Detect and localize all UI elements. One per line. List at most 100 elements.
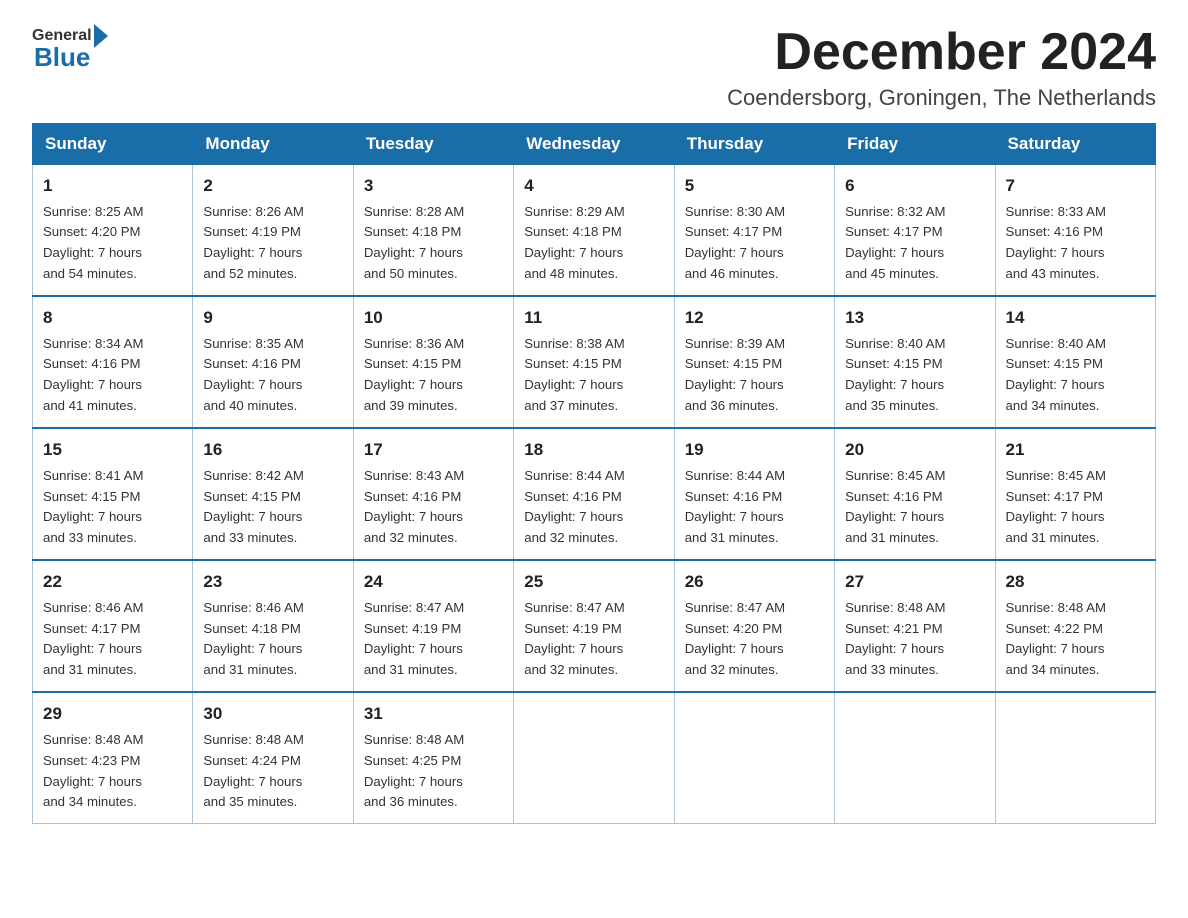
day-info: Sunrise: 8:26 AMSunset: 4:19 PMDaylight:… xyxy=(203,204,303,282)
col-friday: Friday xyxy=(835,124,995,165)
day-info: Sunrise: 8:47 AMSunset: 4:19 PMDaylight:… xyxy=(524,600,624,678)
day-number: 9 xyxy=(203,305,342,331)
day-number: 5 xyxy=(685,173,824,199)
day-number: 10 xyxy=(364,305,503,331)
table-row: 6Sunrise: 8:32 AMSunset: 4:17 PMDaylight… xyxy=(835,165,995,297)
day-number: 15 xyxy=(43,437,182,463)
table-row: 24 Sunrise: 8:47 AMSunset: 4:19 PMDayligh… xyxy=(353,560,513,692)
col-monday: Monday xyxy=(193,124,353,165)
table-row: 27Sunrise: 8:48 AMSunset: 4:21 PMDayligh… xyxy=(835,560,995,692)
day-info: Sunrise: 8:48 AMSunset: 4:21 PMDaylight:… xyxy=(845,600,945,678)
day-number: 3 xyxy=(364,173,503,199)
table-row: 22 Sunrise: 8:46 AMSunset: 4:17 PMDayligh… xyxy=(33,560,193,692)
day-info: Sunrise: 8:45 AMSunset: 4:16 PMDaylight:… xyxy=(845,468,945,546)
day-info: Sunrise: 8:38 AMSunset: 4:15 PMDaylight:… xyxy=(524,336,624,414)
day-info: Sunrise: 8:35 AMSunset: 4:16 PMDaylight:… xyxy=(203,336,303,414)
month-title: December 2024 xyxy=(727,24,1156,81)
calendar-week-row: 8Sunrise: 8:34 AMSunset: 4:16 PMDaylight… xyxy=(33,296,1156,428)
day-number: 26 xyxy=(685,569,824,595)
table-row: 3 Sunrise: 8:28 AMSunset: 4:18 PMDaylight… xyxy=(353,165,513,297)
table-row: 29 Sunrise: 8:48 AMSunset: 4:23 PMDayligh… xyxy=(33,692,193,824)
table-row: 28Sunrise: 8:48 AMSunset: 4:22 PMDayligh… xyxy=(995,560,1155,692)
table-row: 10Sunrise: 8:36 AMSunset: 4:15 PMDayligh… xyxy=(353,296,513,428)
day-number: 6 xyxy=(845,173,984,199)
location-title: Coendersborg, Groningen, The Netherlands xyxy=(727,85,1156,111)
day-info: Sunrise: 8:25 AMSunset: 4:20 PMDaylight:… xyxy=(43,204,143,282)
table-row: 21 Sunrise: 8:45 AMSunset: 4:17 PMDayligh… xyxy=(995,428,1155,560)
day-info: Sunrise: 8:39 AMSunset: 4:15 PMDaylight:… xyxy=(685,336,785,414)
table-row: 23Sunrise: 8:46 AMSunset: 4:18 PMDayligh… xyxy=(193,560,353,692)
table-row: 11 Sunrise: 8:38 AMSunset: 4:15 PMDayligh… xyxy=(514,296,674,428)
day-number: 11 xyxy=(524,305,663,331)
logo: General Blue xyxy=(32,24,108,73)
calendar-header-row: Sunday Monday Tuesday Wednesday Thursday… xyxy=(33,124,1156,165)
table-row: 18 Sunrise: 8:44 AMSunset: 4:16 PMDayligh… xyxy=(514,428,674,560)
day-info: Sunrise: 8:30 AMSunset: 4:17 PMDaylight:… xyxy=(685,204,785,282)
day-info: Sunrise: 8:48 AMSunset: 4:23 PMDaylight:… xyxy=(43,732,143,810)
table-row: 31 Sunrise: 8:48 AMSunset: 4:25 PMDayligh… xyxy=(353,692,513,824)
calendar-week-row: 15 Sunrise: 8:41 AMSunset: 4:15 PMDayligh… xyxy=(33,428,1156,560)
table-row: 8Sunrise: 8:34 AMSunset: 4:16 PMDaylight… xyxy=(33,296,193,428)
table-row: 26 Sunrise: 8:47 AMSunset: 4:20 PMDayligh… xyxy=(674,560,834,692)
col-thursday: Thursday xyxy=(674,124,834,165)
table-row: 12 Sunrise: 8:39 AMSunset: 4:15 PMDayligh… xyxy=(674,296,834,428)
calendar-week-row: 22 Sunrise: 8:46 AMSunset: 4:17 PMDayligh… xyxy=(33,560,1156,692)
day-info: Sunrise: 8:40 AMSunset: 4:15 PMDaylight:… xyxy=(845,336,945,414)
col-sunday: Sunday xyxy=(33,124,193,165)
day-number: 29 xyxy=(43,701,182,727)
day-info: Sunrise: 8:45 AMSunset: 4:17 PMDaylight:… xyxy=(1006,468,1106,546)
table-row: 14 Sunrise: 8:40 AMSunset: 4:15 PMDayligh… xyxy=(995,296,1155,428)
day-number: 31 xyxy=(364,701,503,727)
table-row xyxy=(674,692,834,824)
title-block: December 2024 Coendersborg, Groningen, T… xyxy=(727,24,1156,111)
logo-arrow-icon xyxy=(94,24,108,48)
day-number: 12 xyxy=(685,305,824,331)
table-row: 16Sunrise: 8:42 AMSunset: 4:15 PMDayligh… xyxy=(193,428,353,560)
day-number: 2 xyxy=(203,173,342,199)
table-row: 1 Sunrise: 8:25 AMSunset: 4:20 PMDaylight… xyxy=(33,165,193,297)
day-info: Sunrise: 8:47 AMSunset: 4:20 PMDaylight:… xyxy=(685,600,785,678)
day-number: 1 xyxy=(43,173,182,199)
col-tuesday: Tuesday xyxy=(353,124,513,165)
logo-blue-text: Blue xyxy=(32,42,90,73)
table-row: 2 Sunrise: 8:26 AMSunset: 4:19 PMDaylight… xyxy=(193,165,353,297)
day-number: 18 xyxy=(524,437,663,463)
day-info: Sunrise: 8:28 AMSunset: 4:18 PMDaylight:… xyxy=(364,204,464,282)
table-row: 19Sunrise: 8:44 AMSunset: 4:16 PMDayligh… xyxy=(674,428,834,560)
table-row xyxy=(514,692,674,824)
day-number: 30 xyxy=(203,701,342,727)
calendar-week-row: 1 Sunrise: 8:25 AMSunset: 4:20 PMDaylight… xyxy=(33,165,1156,297)
day-info: Sunrise: 8:44 AMSunset: 4:16 PMDaylight:… xyxy=(524,468,624,546)
day-number: 16 xyxy=(203,437,342,463)
table-row xyxy=(995,692,1155,824)
table-row: 20Sunrise: 8:45 AMSunset: 4:16 PMDayligh… xyxy=(835,428,995,560)
day-info: Sunrise: 8:33 AMSunset: 4:16 PMDaylight:… xyxy=(1006,204,1106,282)
page-header: General Blue December 2024 Coendersborg,… xyxy=(0,0,1188,123)
day-number: 24 xyxy=(364,569,503,595)
table-row: 17Sunrise: 8:43 AMSunset: 4:16 PMDayligh… xyxy=(353,428,513,560)
table-row xyxy=(835,692,995,824)
table-row: 25Sunrise: 8:47 AMSunset: 4:19 PMDayligh… xyxy=(514,560,674,692)
day-info: Sunrise: 8:41 AMSunset: 4:15 PMDaylight:… xyxy=(43,468,143,546)
day-info: Sunrise: 8:48 AMSunset: 4:22 PMDaylight:… xyxy=(1006,600,1106,678)
calendar-week-row: 29 Sunrise: 8:48 AMSunset: 4:23 PMDayligh… xyxy=(33,692,1156,824)
day-number: 7 xyxy=(1006,173,1145,199)
day-number: 21 xyxy=(1006,437,1145,463)
table-row: 4Sunrise: 8:29 AMSunset: 4:18 PMDaylight… xyxy=(514,165,674,297)
calendar-table: Sunday Monday Tuesday Wednesday Thursday… xyxy=(32,123,1156,824)
table-row: 9 Sunrise: 8:35 AMSunset: 4:16 PMDaylight… xyxy=(193,296,353,428)
day-number: 4 xyxy=(524,173,663,199)
day-number: 17 xyxy=(364,437,503,463)
col-wednesday: Wednesday xyxy=(514,124,674,165)
table-row: 30Sunrise: 8:48 AMSunset: 4:24 PMDayligh… xyxy=(193,692,353,824)
day-info: Sunrise: 8:40 AMSunset: 4:15 PMDaylight:… xyxy=(1006,336,1106,414)
day-info: Sunrise: 8:47 AMSunset: 4:19 PMDaylight:… xyxy=(364,600,464,678)
day-number: 14 xyxy=(1006,305,1145,331)
day-info: Sunrise: 8:46 AMSunset: 4:17 PMDaylight:… xyxy=(43,600,143,678)
day-number: 22 xyxy=(43,569,182,595)
table-row: 15 Sunrise: 8:41 AMSunset: 4:15 PMDayligh… xyxy=(33,428,193,560)
day-info: Sunrise: 8:48 AMSunset: 4:25 PMDaylight:… xyxy=(364,732,464,810)
day-info: Sunrise: 8:44 AMSunset: 4:16 PMDaylight:… xyxy=(685,468,785,546)
day-number: 13 xyxy=(845,305,984,331)
col-saturday: Saturday xyxy=(995,124,1155,165)
